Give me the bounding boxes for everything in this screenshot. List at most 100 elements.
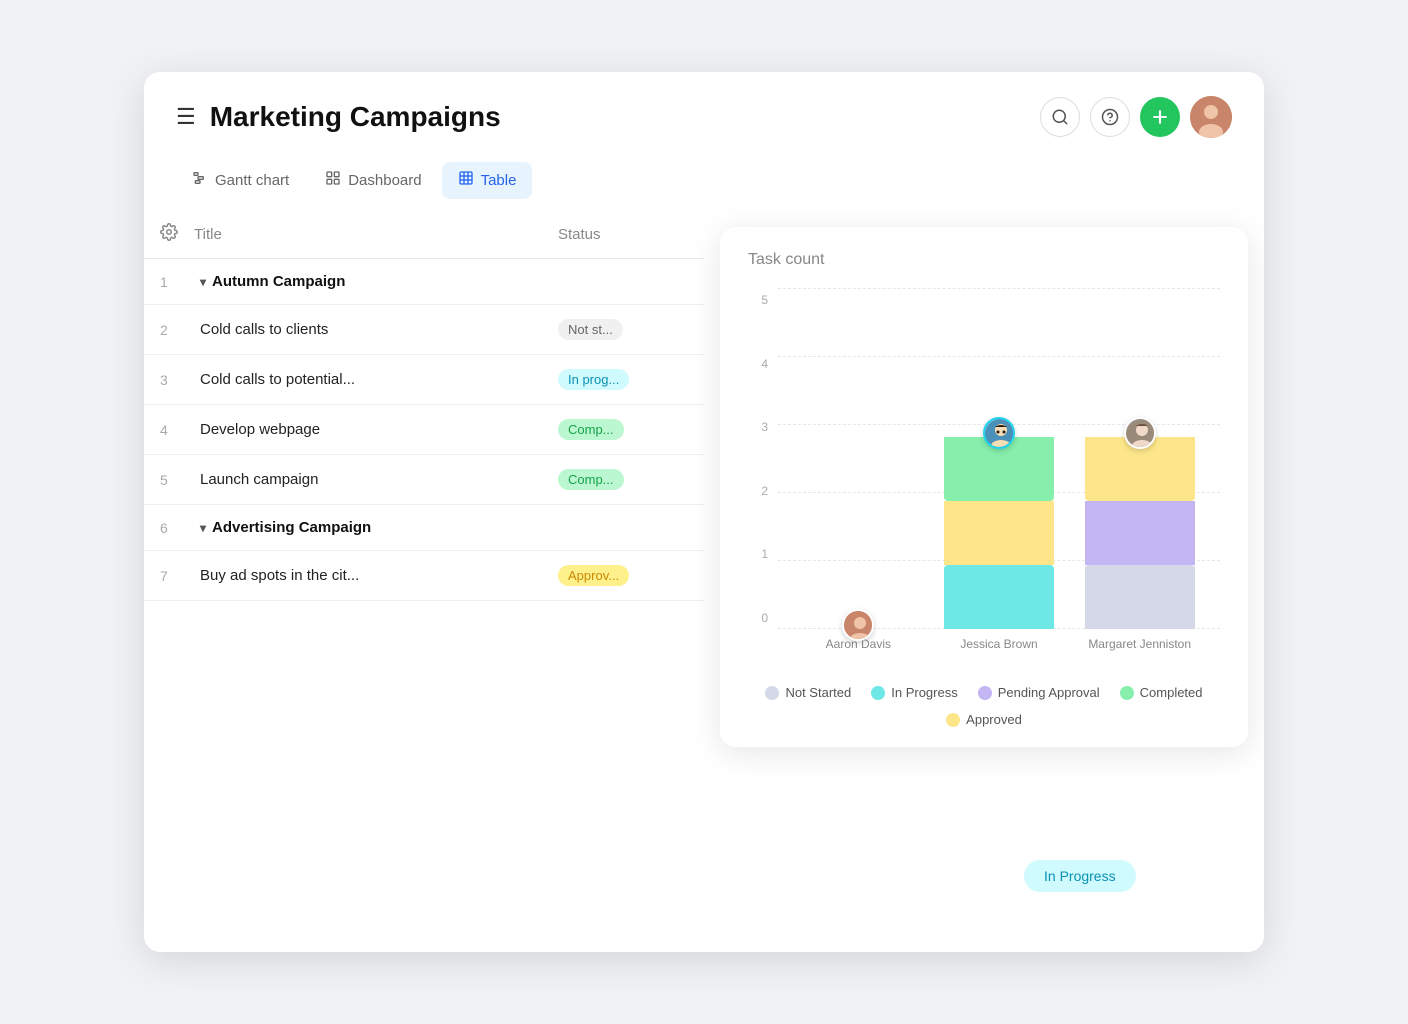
bar-stack-jessica	[944, 437, 1054, 629]
row-number: 6	[160, 520, 200, 536]
legend-dot-completed	[1120, 686, 1134, 700]
y-label-0: 0	[748, 611, 768, 625]
chart-legend: Not Started In Progress Pending Approval…	[748, 685, 1220, 727]
row-number: 7	[160, 568, 200, 584]
y-axis: 0 1 2 3 4 5	[748, 289, 768, 629]
legend-in-progress: In Progress	[871, 685, 957, 700]
header-left: ☰ Marketing Campaigns	[176, 101, 501, 133]
bar-segment-approved	[944, 501, 1054, 565]
legend-dot-in-progress	[871, 686, 885, 700]
bar-group-margaret	[1085, 437, 1195, 629]
header: ☰ Marketing Campaigns	[144, 72, 1264, 154]
row-status: Not st...	[558, 319, 688, 340]
chevron-icon[interactable]: ▾	[200, 521, 206, 535]
col-status-header: Status	[558, 226, 688, 243]
status-badge: Comp...	[558, 469, 624, 490]
status-badge: Comp...	[558, 419, 624, 440]
legend-pending: Pending Approval	[978, 685, 1100, 700]
gantt-icon	[192, 170, 208, 191]
table-row: 7 Buy ad spots in the cit... Approv...	[144, 551, 704, 601]
legend-completed: Completed	[1120, 685, 1203, 700]
y-label-1: 1	[748, 547, 768, 561]
row-title-group: ▾ Advertising Campaign	[200, 519, 558, 536]
table-row: 2 Cold calls to clients Not st...	[144, 305, 704, 355]
col-title-header: Title	[194, 226, 558, 243]
header-right	[1040, 96, 1232, 138]
status-badge: Approv...	[558, 565, 629, 586]
add-button[interactable]	[1140, 97, 1180, 137]
legend-dot-approved	[946, 713, 960, 727]
page-title: Marketing Campaigns	[210, 101, 501, 133]
aaron-avatar	[842, 609, 874, 641]
y-label-4: 4	[748, 357, 768, 371]
jessica-avatar	[983, 417, 1015, 449]
row-title-group: ▾ Autumn Campaign	[200, 273, 558, 290]
legend-label-completed: Completed	[1140, 685, 1203, 700]
tab-table[interactable]: Table	[442, 162, 533, 199]
row-status: Comp...	[558, 419, 688, 440]
bar-segment-not-started	[1085, 565, 1195, 629]
legend-label-in-progress: In Progress	[891, 685, 957, 700]
chart-title: Task count	[748, 251, 1220, 269]
bar-segment-in-progress	[944, 565, 1054, 629]
table-row: 1 ▾ Autumn Campaign	[144, 259, 704, 305]
x-label-jessica: Jessica Brown	[929, 637, 1070, 651]
legend-label-not-started: Not Started	[785, 685, 851, 700]
dashboard-icon	[325, 170, 341, 191]
chevron-icon[interactable]: ▾	[200, 275, 206, 289]
help-button[interactable]	[1090, 97, 1130, 137]
table-row: 6 ▾ Advertising Campaign	[144, 505, 704, 551]
x-label-margaret: Margaret Jenniston	[1069, 637, 1210, 651]
table-row: 3 Cold calls to potential... In prog...	[144, 355, 704, 405]
legend-not-started: Not Started	[765, 685, 851, 700]
row-title: Develop webpage	[200, 421, 558, 438]
chart-area: 0 1 2 3 4 5	[748, 289, 1220, 669]
bar-stack-margaret	[1085, 437, 1195, 629]
status-badge: In prog...	[558, 369, 629, 390]
search-button[interactable]	[1040, 97, 1080, 137]
main-content: Title Status 1 ▾ Autumn Campaign 2 Cold …	[144, 211, 1264, 763]
settings-icon[interactable]	[160, 223, 178, 246]
tab-gantt[interactable]: Gantt chart	[176, 162, 305, 199]
bar-segment-pending	[1085, 501, 1195, 565]
user-avatar[interactable]	[1190, 96, 1232, 138]
y-label-5: 5	[748, 293, 768, 307]
in-progress-badge: In Progress	[1024, 860, 1136, 892]
legend-dot-not-started	[765, 686, 779, 700]
row-number: 5	[160, 472, 200, 488]
row-status: Comp...	[558, 469, 688, 490]
row-number: 2	[160, 322, 200, 338]
y-label-2: 2	[748, 484, 768, 498]
legend-approved: Approved	[946, 712, 1022, 727]
app-container: ☰ Marketing Campaigns	[144, 72, 1264, 952]
tab-dashboard-label: Dashboard	[348, 172, 421, 189]
row-number: 3	[160, 372, 200, 388]
row-number: 1	[160, 274, 200, 290]
row-title: Launch campaign	[200, 471, 558, 488]
legend-label-pending: Pending Approval	[998, 685, 1100, 700]
avatar-image	[1190, 96, 1232, 138]
tab-table-label: Table	[481, 172, 517, 189]
tabs-container: Gantt chart Dashboard Table	[144, 154, 1264, 199]
tab-dashboard[interactable]: Dashboard	[309, 162, 437, 199]
legend-dot-pending	[978, 686, 992, 700]
row-title: Cold calls to clients	[200, 321, 558, 338]
hamburger-icon[interactable]: ☰	[176, 104, 196, 130]
chart-section: Task count 0 1 2 3 4 5	[720, 227, 1248, 747]
tab-gantt-label: Gantt chart	[215, 172, 289, 189]
bars-container	[778, 289, 1220, 629]
row-title: Cold calls to potential...	[200, 371, 558, 388]
table-icon	[458, 170, 474, 191]
legend-label-approved: Approved	[966, 712, 1022, 727]
table-row: 4 Develop webpage Comp...	[144, 405, 704, 455]
row-status: In prog...	[558, 369, 688, 390]
table-section: Title Status 1 ▾ Autumn Campaign 2 Cold …	[144, 211, 704, 763]
bar-group-jessica	[944, 437, 1054, 629]
table-header: Title Status	[144, 211, 704, 259]
row-number: 4	[160, 422, 200, 438]
margaret-avatar	[1124, 417, 1156, 449]
status-badge: Not st...	[558, 319, 623, 340]
y-label-3: 3	[748, 420, 768, 434]
row-title: Buy ad spots in the cit...	[200, 567, 558, 584]
row-status: Approv...	[558, 565, 688, 586]
